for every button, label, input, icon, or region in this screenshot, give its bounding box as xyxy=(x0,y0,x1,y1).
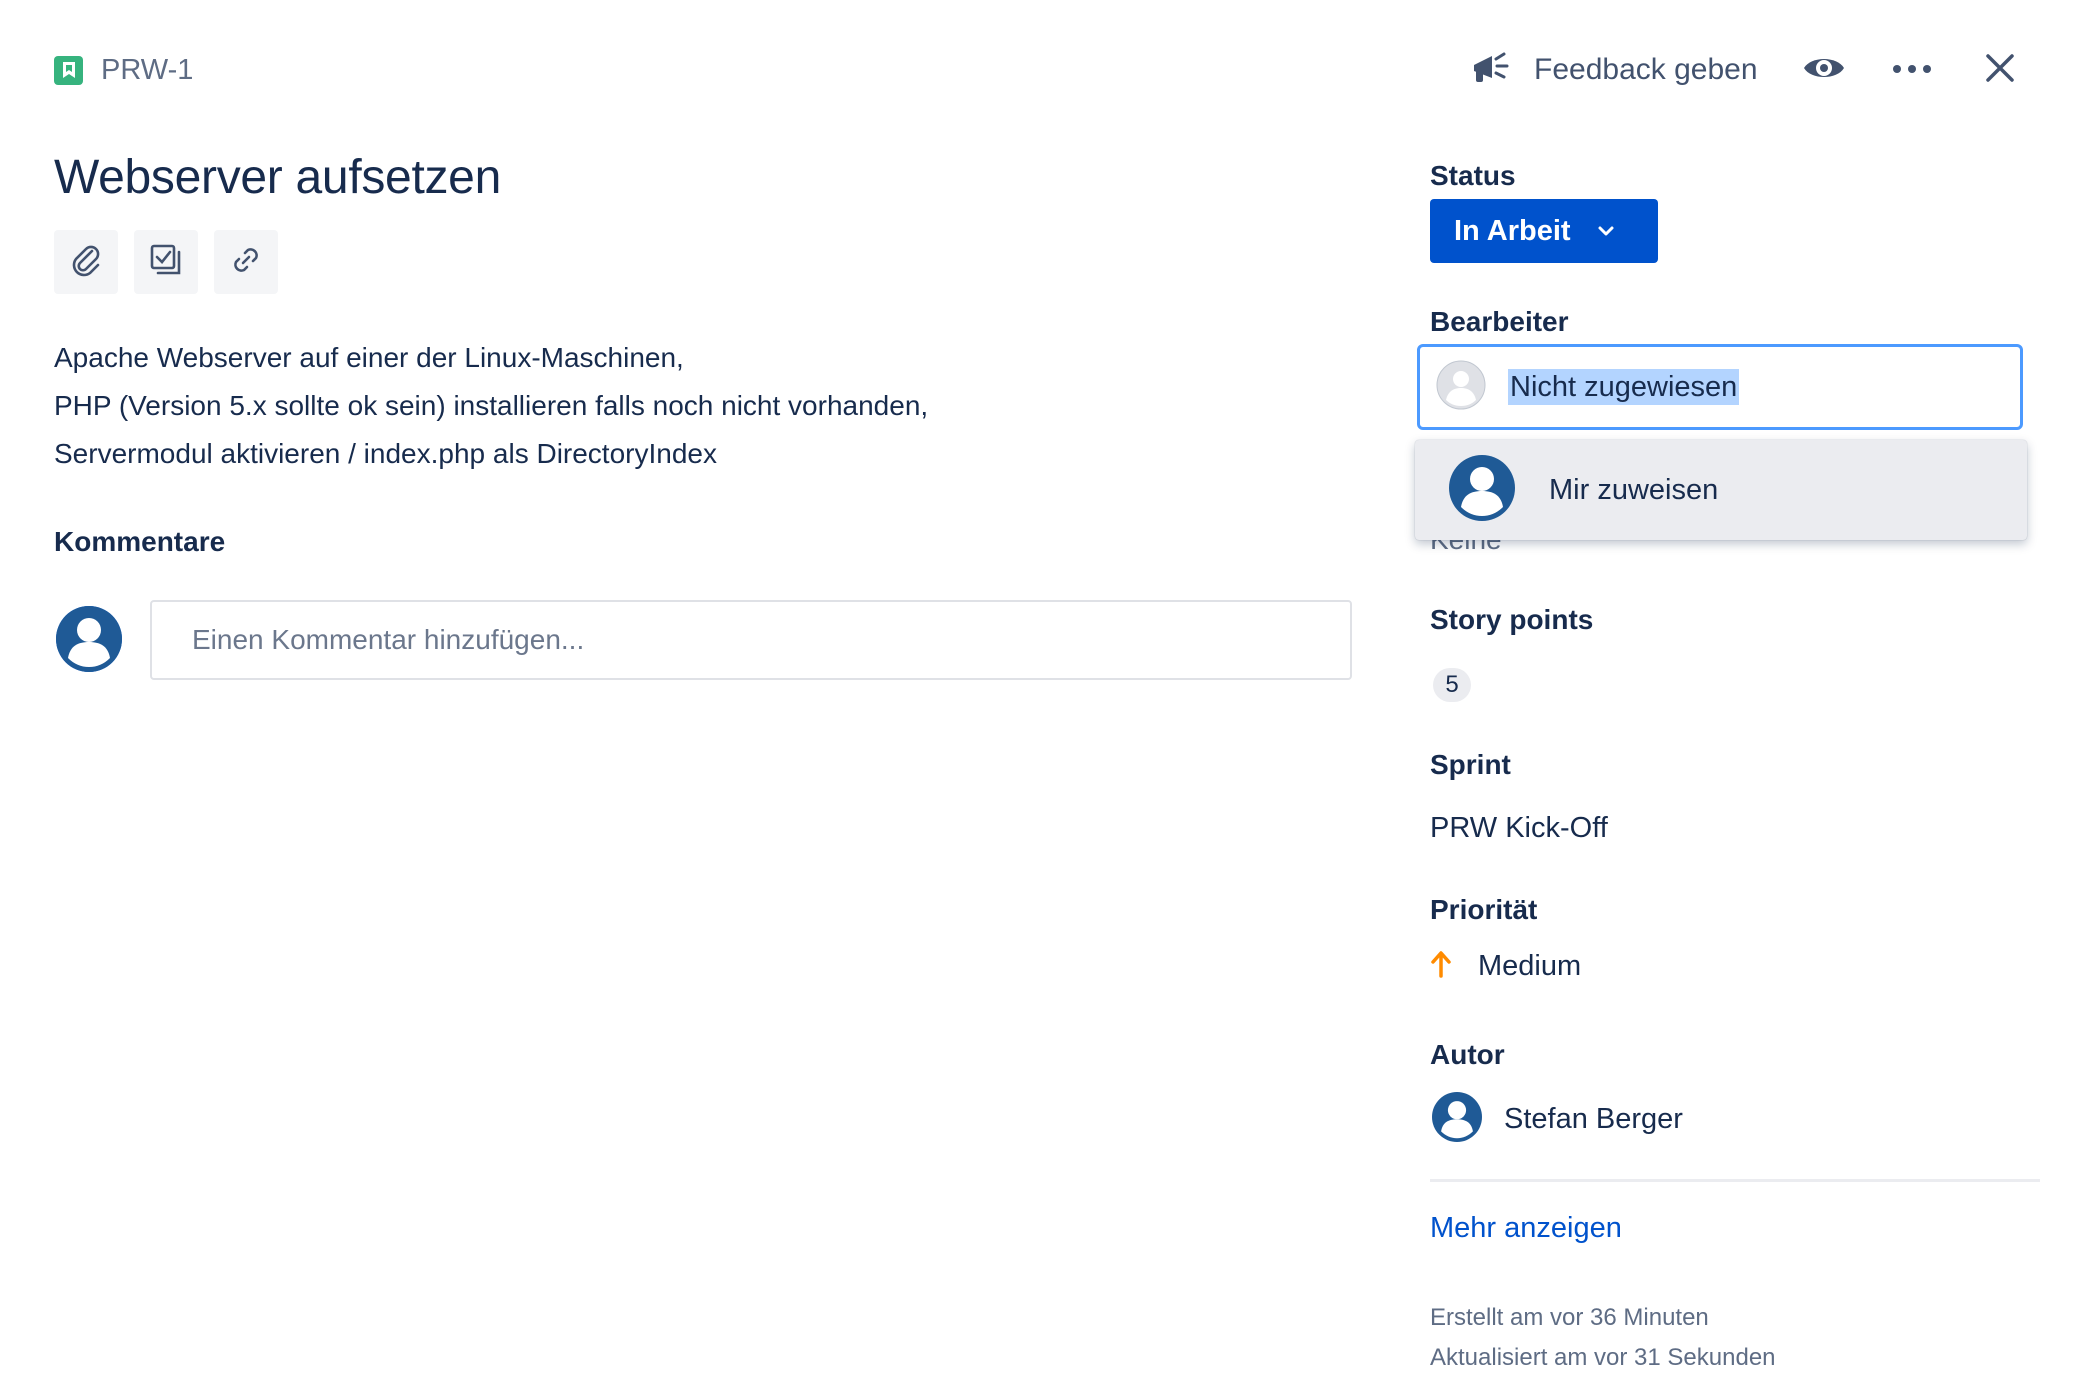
watch-button[interactable] xyxy=(1800,42,1848,98)
priority-field[interactable]: Medium xyxy=(1430,950,1581,983)
comments-heading: Kommentare xyxy=(54,526,226,557)
subtask-checkbox-icon xyxy=(148,242,184,283)
sprint-label: Sprint xyxy=(1430,749,1511,780)
megaphone-icon xyxy=(1470,49,1512,92)
status-dropdown-button[interactable]: In Arbeit xyxy=(1430,199,1658,263)
reporter-label: Autor xyxy=(1430,1039,1505,1070)
issue-toolbar xyxy=(54,230,278,294)
assign-to-me-label[interactable]: Mir zuweisen xyxy=(1549,474,1718,507)
created-timestamp: Erstellt am vor 36 Minuten xyxy=(1430,1304,1709,1331)
description-line: Servermodul aktivieren / index.php als D… xyxy=(54,438,717,469)
close-button[interactable] xyxy=(1976,42,2024,98)
reporter-name: Stefan Berger xyxy=(1504,1103,1683,1135)
attach-button[interactable] xyxy=(54,230,118,294)
issue-title[interactable]: Webserver aufsetzen xyxy=(54,150,501,205)
status-value: In Arbeit xyxy=(1454,214,1571,247)
updated-timestamp: Aktualisiert am vor 31 Sekunden xyxy=(1430,1344,1776,1371)
close-icon xyxy=(1985,53,2015,88)
chevron-down-icon xyxy=(1597,225,1615,237)
story-points-label: Story points xyxy=(1430,604,1594,635)
link-icon xyxy=(228,242,264,283)
show-more-link[interactable]: Mehr anzeigen xyxy=(1430,1212,1622,1245)
divider xyxy=(1430,1179,2040,1182)
sprint-value[interactable]: PRW Kick-Off xyxy=(1430,812,1608,845)
feedback-label[interactable]: Feedback geben xyxy=(1534,53,1758,87)
story-points-badge[interactable]: 5 xyxy=(1433,668,1471,702)
link-issue-button[interactable] xyxy=(214,230,278,294)
avatar xyxy=(56,606,122,672)
more-icon xyxy=(1892,61,1932,79)
avatar xyxy=(1432,1092,1482,1147)
issue-key-text[interactable]: PRW-1 xyxy=(101,54,193,87)
more-actions-button[interactable] xyxy=(1888,42,1936,98)
subtask-button[interactable] xyxy=(134,230,198,294)
unassigned-avatar-icon xyxy=(1436,360,1486,415)
description-line: Apache Webserver auf einer der Linux-Mas… xyxy=(54,342,684,373)
eye-icon xyxy=(1802,52,1846,89)
assignee-value[interactable]: Nicht zugewiesen xyxy=(1508,369,1740,405)
status-label: Status xyxy=(1430,160,1516,191)
paperclip-icon xyxy=(68,242,104,283)
story-icon xyxy=(54,55,83,85)
assignee-field[interactable]: Nicht zugewiesen xyxy=(1417,344,2023,430)
comment-input[interactable] xyxy=(150,600,1352,680)
priority-label: Priorität xyxy=(1430,894,1538,925)
priority-arrow-up-icon xyxy=(1430,950,1452,983)
priority-value: Medium xyxy=(1478,950,1582,982)
description-line: PHP (Version 5.x sollte ok sein) install… xyxy=(54,390,929,421)
issue-description[interactable]: Apache Webserver auf einer der Linux-Mas… xyxy=(54,334,928,478)
assignee-dropdown-option[interactable]: Mir zuweisen xyxy=(1415,440,2027,540)
feedback-button[interactable]: Feedback geben xyxy=(1470,42,1758,98)
issue-key[interactable]: PRW-1 xyxy=(54,54,193,86)
assignee-label: Bearbeiter xyxy=(1430,306,1569,337)
reporter-field[interactable]: Stefan Berger xyxy=(1432,1092,1683,1147)
avatar xyxy=(1449,454,1515,526)
